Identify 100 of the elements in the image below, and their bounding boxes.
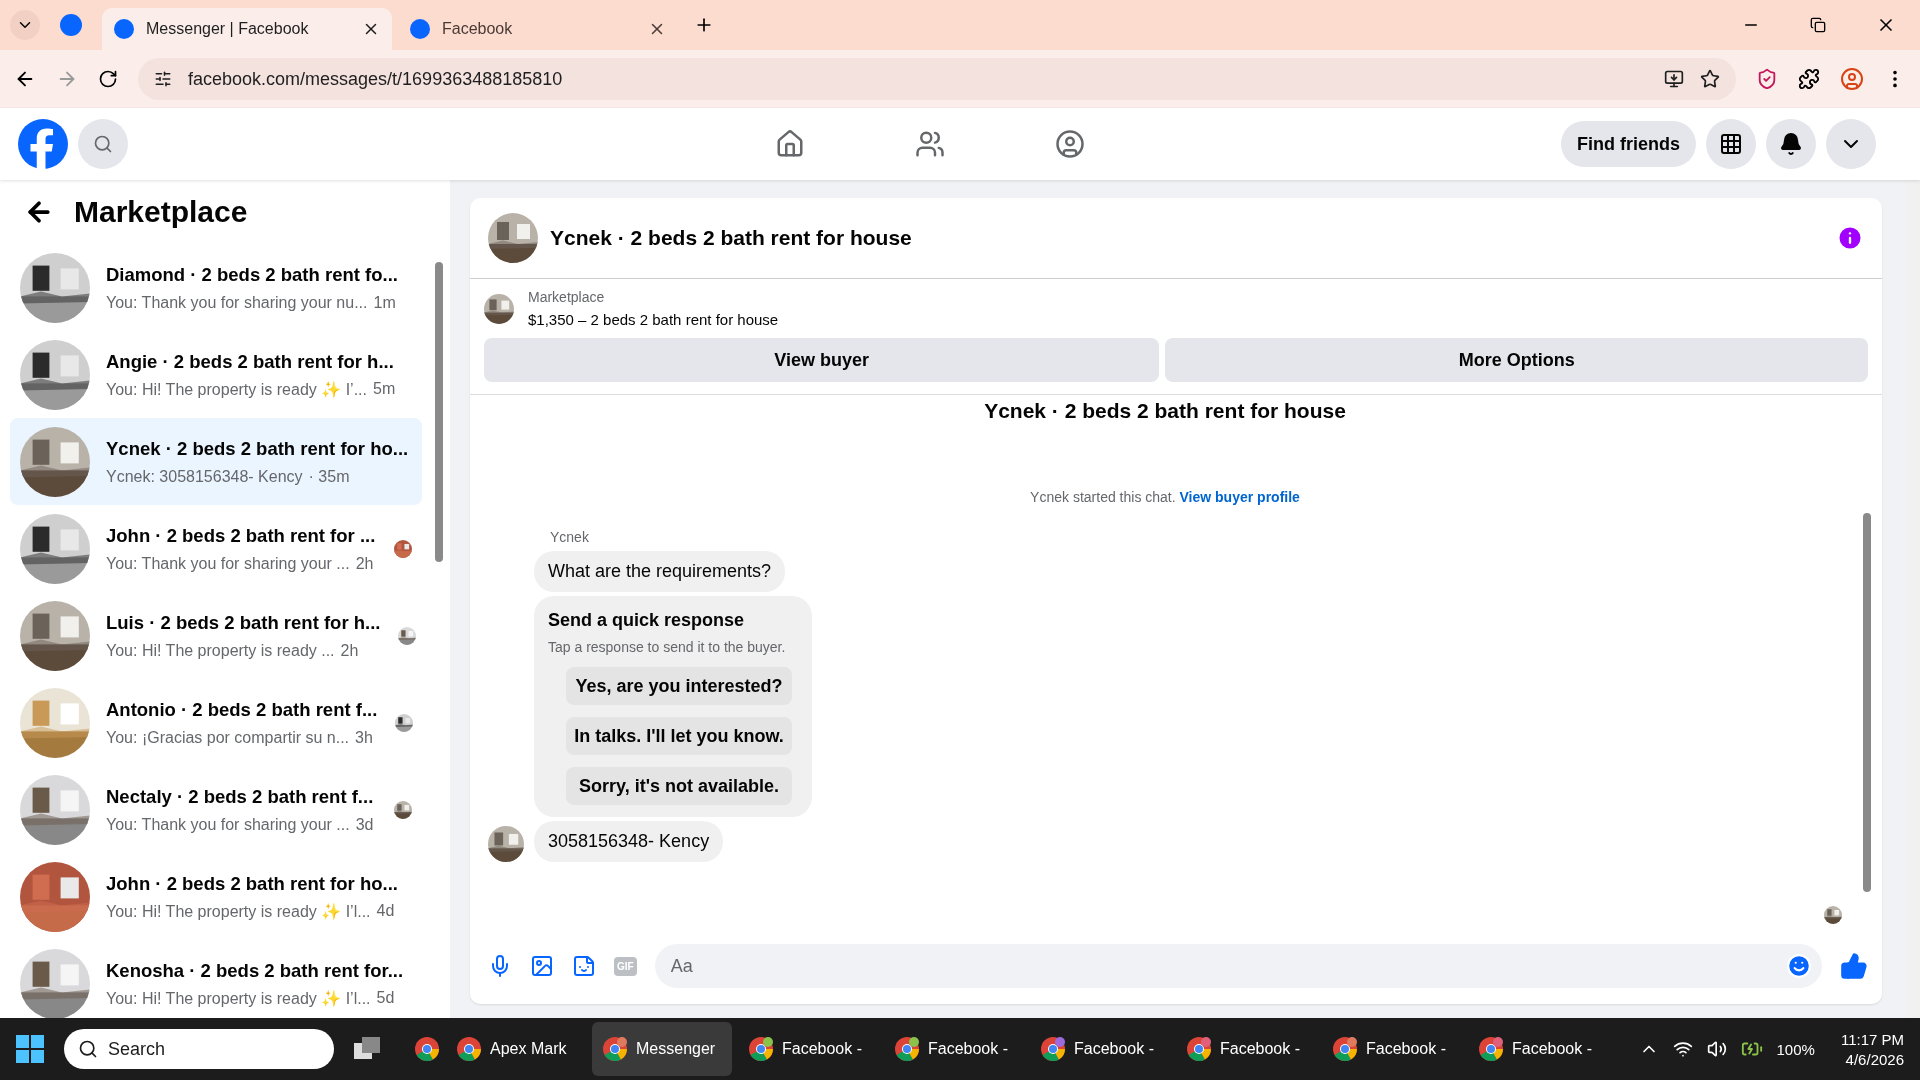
message-preview: You: Hi! The property is ready ✨ I’l... (106, 902, 371, 921)
bookmark-icon[interactable] (1700, 69, 1720, 89)
search-icon (93, 134, 113, 154)
windows-icon[interactable] (16, 1035, 44, 1063)
groups-icon[interactable] (1054, 129, 1085, 159)
taskbar-search[interactable]: Search (64, 1029, 334, 1069)
chrome-icon (1332, 1036, 1358, 1062)
install-icon[interactable] (1664, 69, 1684, 89)
restore-icon[interactable] (1810, 17, 1826, 33)
extensions-icon[interactable] (1798, 68, 1820, 90)
conversation-title: John · 2 beds 2 bath rent for ... (106, 524, 377, 549)
message-time: 3h (355, 728, 373, 747)
chrome-icon (602, 1036, 628, 1062)
conversation-title: Antonio · 2 beds 2 bath rent f... (106, 698, 379, 723)
sender-name: Ycnek (550, 529, 590, 545)
listing-label: Marketplace (528, 289, 606, 305)
task-view-icon[interactable] (354, 1037, 382, 1061)
like-icon[interactable] (1840, 952, 1868, 980)
quick-response-option[interactable]: Yes, are you interested? (566, 667, 792, 705)
tab-list-button[interactable] (10, 10, 40, 40)
chrome-icon (748, 1036, 774, 1062)
photo-icon[interactable] (530, 954, 554, 978)
site-settings-icon[interactable] (154, 70, 172, 88)
message-time: 2h (355, 554, 374, 573)
message-preview: Ycnek: 3058156348- Kency (106, 467, 303, 486)
chrome-icon (456, 1036, 482, 1062)
message-time: 5m (373, 380, 396, 399)
taskbar-app[interactable]: Facebook - (738, 1022, 878, 1076)
facebook-logo[interactable] (18, 119, 68, 169)
conversation-item[interactable]: Luis · 2 beds 2 bath rent for h... You: Hi! The property is ready ... 2h (10, 592, 422, 679)
conversation-title: Angie · 2 beds 2 bath rent for h... (106, 349, 395, 374)
message-preview: You: ¡Gracias por compartir su n... (106, 728, 350, 747)
profile-icon[interactable] (1840, 67, 1864, 91)
conversation-item[interactable]: Antonio · 2 beds 2 bath rent f... You: ¡Gracias por compartir su n... 3h (10, 679, 422, 766)
bell-icon (1779, 132, 1803, 156)
clock[interactable]: 11:17 PM 4/6/2026 (1840, 1030, 1904, 1068)
shield-icon[interactable] (1756, 68, 1778, 90)
conversation-item[interactable]: Kenosha · 2 beds 2 bath rent for... You: Hi! The property is ready ✨ I’l... 5d (10, 940, 422, 1018)
conversation-item[interactable]: Nectaly · 2 beds 2 bath rent f... You: Thank you for sharing your ... 3d (10, 766, 422, 853)
conversation-title: Diamond · 2 beds 2 bath rent fo... (106, 263, 399, 288)
address-bar[interactable]: facebook.com/messages/t/1699363488185810 (138, 58, 1736, 100)
conversation-title: Kenosha · 2 beds 2 bath rent for... (106, 958, 405, 983)
taskbar-app[interactable]: Facebook - (884, 1022, 1024, 1076)
conversation-item[interactable]: John · 2 beds 2 bath rent for ho... You: Hi! The property is ready ✨ I’l... 4d (10, 853, 422, 940)
taskbar-app[interactable]: Apex Mark (446, 1022, 586, 1076)
wifi-icon[interactable] (1672, 1039, 1693, 1059)
conversation-title: Nectaly · 2 beds 2 bath rent f... (106, 785, 375, 810)
message-time: 3d (355, 815, 374, 834)
grid-icon (1719, 132, 1743, 156)
message-time: 5d (376, 989, 395, 1008)
conversation-item[interactable]: Angie · 2 beds 2 bath rent for h... You: Hi! The property is ready ✨ I’... 5m (10, 331, 422, 418)
message-preview: You: Hi! The property is ready ✨ I’... (106, 380, 367, 399)
notifications-button[interactable] (1766, 119, 1816, 169)
message-preview: You: Thank you for sharing your ... (106, 554, 350, 573)
message-preview: You: Thank you for sharing your ... (106, 815, 350, 834)
message-bubble: What are the requirements? (534, 551, 786, 592)
conversation-item[interactable]: Ycnek · 2 beds 2 bath rent for ho... Ycnek: 3058156348- Kency · 35m (10, 418, 422, 505)
message-preview: You: Hi! The property is ready ✨ I’l... (106, 989, 371, 1008)
taskbar-app[interactable]: Facebook - (1322, 1022, 1462, 1076)
taskbar-app[interactable]: Facebook - (1176, 1022, 1316, 1076)
search-icon (78, 1039, 98, 1059)
action-button[interactable]: More Options (1165, 338, 1868, 382)
taskbar-app[interactable]: Messenger (592, 1022, 732, 1076)
quick-response-option[interactable]: In talks. I'll let you know. (566, 717, 792, 755)
menu-button[interactable] (1706, 119, 1756, 169)
quick-response-option[interactable]: Sorry, it's not available. (566, 767, 792, 805)
conversation-item[interactable]: John · 2 beds 2 bath rent for ... You: Thank you for sharing your ... 2h (10, 505, 422, 592)
action-button[interactable]: View buyer (484, 338, 1160, 382)
conversation-title: Luis · 2 beds 2 bath rent for h... (106, 611, 382, 636)
search-button[interactable] (78, 119, 128, 169)
reload-icon[interactable] (98, 69, 118, 89)
conversation-title: Ycnek · 2 beds 2 bath rent for ho... (106, 437, 410, 462)
browser-tab[interactable]: Facebook (398, 8, 678, 50)
taskbar-app[interactable]: Facebook - (1030, 1022, 1170, 1076)
sidebar-title: Marketplace (74, 195, 248, 229)
find-friends-button[interactable]: Find friends (1561, 121, 1696, 167)
info-icon[interactable] (1836, 224, 1864, 252)
battery-level: 100% (1776, 1040, 1815, 1058)
buyer-profile-link[interactable]: View buyer profile (1179, 489, 1300, 505)
chat-title: Ycnek · 2 beds 2 bath rent for house (550, 226, 913, 250)
sticker-icon[interactable] (572, 954, 596, 978)
message-preview: You: Thank you for sharing your nu... (106, 293, 368, 312)
friends-icon[interactable] (914, 129, 945, 159)
volume-icon[interactable] (1706, 1039, 1727, 1059)
chrome-icon (1186, 1036, 1212, 1062)
chrome-icon (1040, 1036, 1066, 1062)
message-bubble: 3058156348- Kency (534, 821, 724, 862)
message-time: · 35m (308, 467, 350, 486)
system-note: Ycnek started this chat. (1030, 489, 1177, 505)
conversation-item[interactable]: Diamond · 2 beds 2 bath rent fo... You: Thank you for sharing your nu... 1m (10, 244, 422, 331)
chrome-icon (1478, 1036, 1504, 1062)
taskbar-app[interactable]: Facebook - (1468, 1022, 1608, 1076)
chrome-icon (414, 1036, 440, 1062)
quick-response-title: Send a quick response (548, 610, 746, 631)
message-input[interactable]: Aa (654, 944, 1822, 988)
browser-tab[interactable]: Messenger | Facebook (102, 8, 392, 50)
home-icon[interactable] (774, 129, 805, 159)
message-time: 2h (340, 641, 359, 660)
message-preview: You: Hi! The property is ready ... (106, 641, 335, 660)
quick-response-hint: Tap a response to send it to the buyer. (548, 639, 787, 655)
